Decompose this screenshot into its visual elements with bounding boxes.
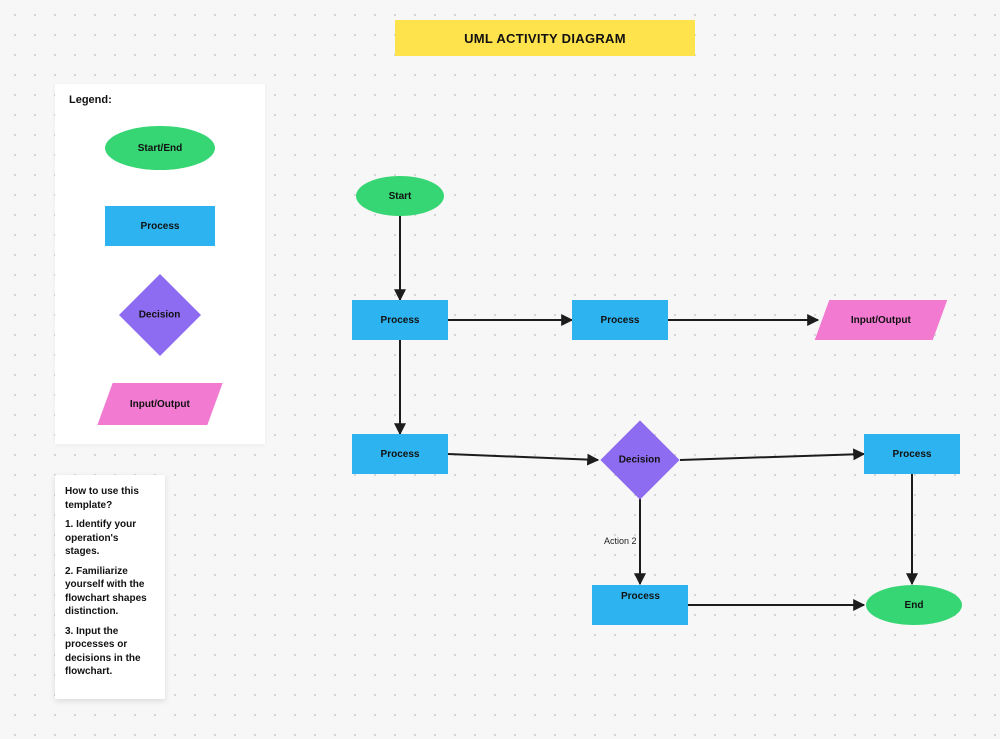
node-end-label: End bbox=[905, 600, 924, 611]
node-decision-label: Decision bbox=[619, 455, 661, 466]
legend-shape-decision: Decision bbox=[119, 274, 201, 356]
node-decision[interactable]: Decision bbox=[612, 432, 668, 488]
legend-item-io: Input/Output bbox=[69, 374, 251, 434]
legend-label-decision: Decision bbox=[139, 310, 181, 321]
node-decision-shape: Decision bbox=[600, 420, 679, 499]
node-process-4[interactable]: Process bbox=[864, 434, 960, 474]
legend-label-io: Input/Output bbox=[130, 399, 190, 410]
legend-panel: Legend: Start/End Process Decision Input… bbox=[55, 84, 265, 444]
node-process-3[interactable]: Process bbox=[352, 434, 448, 474]
help-step-3: 3. Input the processes or decisions in t… bbox=[65, 625, 155, 679]
diagram-title-banner: UML ACTIVITY DIAGRAM bbox=[395, 20, 695, 56]
legend-label-start-end: Start/End bbox=[138, 143, 182, 154]
legend-item-process: Process bbox=[69, 196, 251, 256]
legend-heading: Legend: bbox=[69, 94, 251, 106]
help-step-2: 2. Familiarize yourself with the flowcha… bbox=[65, 565, 155, 619]
node-process-5-label: Process bbox=[621, 591, 667, 602]
node-process-1-label: Process bbox=[381, 315, 420, 326]
legend-shape-process: Process bbox=[105, 206, 215, 246]
node-process-4-label: Process bbox=[893, 449, 932, 460]
diagram-canvas: UML ACTIVITY DIAGRAM Legend: Start/End P… bbox=[0, 0, 1000, 739]
legend-shape-io: Input/Output bbox=[97, 383, 222, 425]
node-process-5[interactable]: Process bbox=[592, 585, 688, 625]
legend-label-process: Process bbox=[141, 221, 180, 232]
node-start-label: Start bbox=[389, 191, 412, 202]
node-process-2-label: Process bbox=[601, 315, 640, 326]
diagram-title: UML ACTIVITY DIAGRAM bbox=[464, 31, 626, 46]
legend-shape-ellipse: Start/End bbox=[105, 126, 215, 170]
node-process-2[interactable]: Process bbox=[572, 300, 668, 340]
node-end[interactable]: End bbox=[866, 585, 962, 625]
legend-item-start-end: Start/End bbox=[69, 118, 251, 178]
node-start[interactable]: Start bbox=[356, 176, 444, 216]
node-io-1[interactable]: Input/Output bbox=[815, 300, 948, 340]
help-card: How to use this template? 1. Identify yo… bbox=[55, 475, 165, 699]
legend-item-decision: Decision bbox=[69, 274, 251, 356]
help-heading: How to use this template? bbox=[65, 485, 155, 512]
edge-label-action-2: Action 2 bbox=[604, 536, 637, 546]
node-process-1[interactable]: Process bbox=[352, 300, 448, 340]
node-io-1-label: Input/Output bbox=[851, 315, 911, 326]
help-step-1: 1. Identify your operation's stages. bbox=[65, 518, 155, 559]
node-process-3-label: Process bbox=[381, 449, 420, 460]
